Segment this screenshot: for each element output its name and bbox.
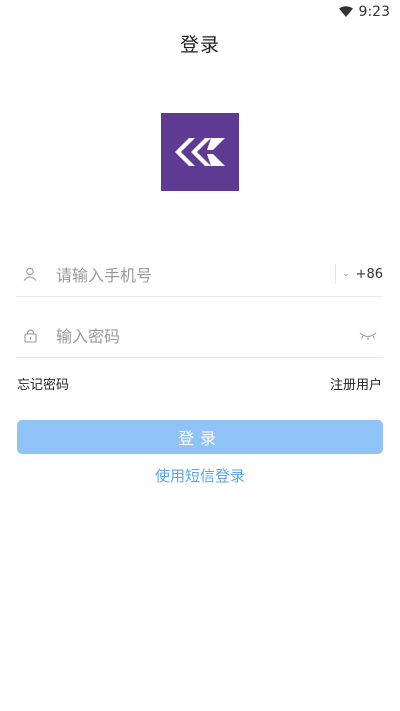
auth-links: 忘记密码 注册用户 [17,374,382,393]
phone-field[interactable]: 请输入手机号 ⌄ +86 [16,252,383,297]
phone-input[interactable]: 请输入手机号 [56,262,335,286]
password-input[interactable]: 输入密码 [56,323,357,347]
page-title: 登录 [179,34,220,56]
register-link[interactable]: 注册用户 [330,374,382,393]
country-code-selector[interactable]: ⌄ +86 [335,264,383,284]
forgot-password-link[interactable]: 忘记密码 [17,374,69,393]
password-field[interactable]: 输入密码 [16,313,383,358]
user-icon [20,264,40,284]
status-bar: 9:23 [0,0,400,24]
wifi-icon [338,6,353,17]
status-time: 9:23 [358,4,390,20]
login-button[interactable]: 登录 [17,420,383,454]
lock-icon [20,325,40,345]
app-logo-icon [161,113,239,191]
country-code: +86 [355,266,383,282]
sms-login-link[interactable]: 使用短信登录 [0,465,400,486]
eye-closed-icon[interactable] [357,327,379,343]
app-logo [161,113,239,191]
chevron-down-icon: ⌄ [342,269,350,279]
